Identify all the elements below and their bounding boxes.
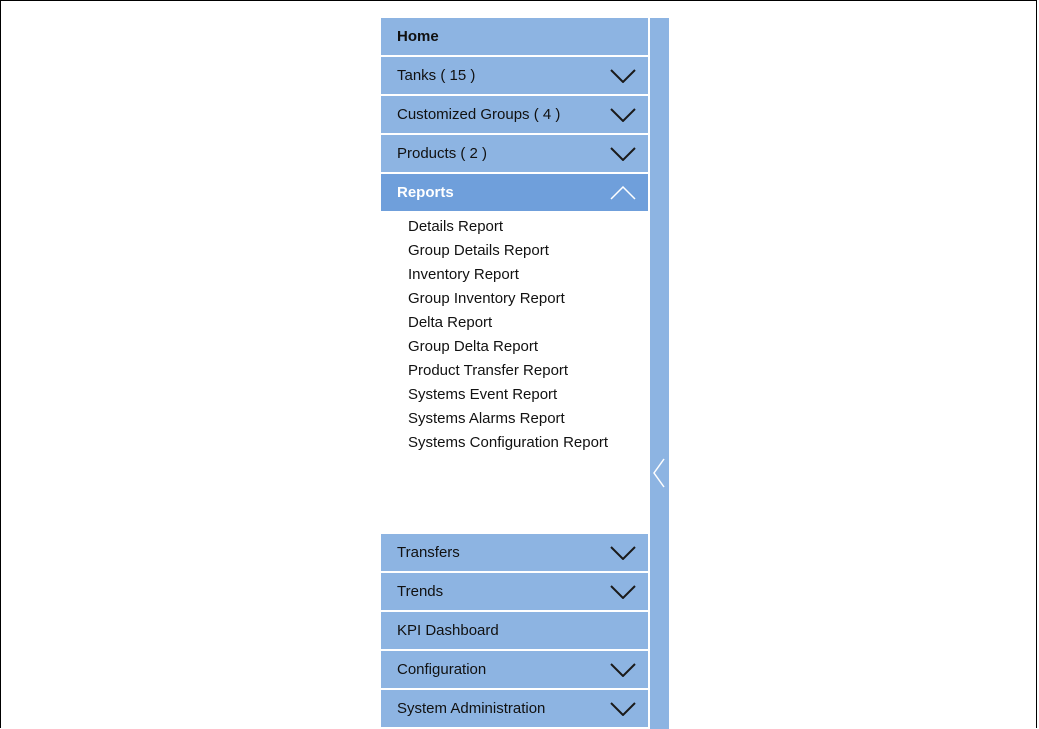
report-link-details[interactable]: Details Report: [408, 215, 503, 239]
report-link-group-delta[interactable]: Group Delta Report: [408, 335, 538, 359]
chevron-left-icon[interactable]: [653, 458, 665, 488]
nav-item-label: KPI Dashboard: [397, 622, 499, 639]
nav-item-label: Products ( 2 ): [397, 145, 488, 162]
nav-item-configuration[interactable]: Configuration: [381, 651, 648, 688]
chevron-down-icon[interactable]: [610, 546, 636, 560]
chevron-down-icon[interactable]: [610, 585, 636, 599]
chevron-up-icon[interactable]: [610, 186, 636, 200]
report-link-inventory[interactable]: Inventory Report: [408, 263, 519, 287]
nav-item-reports[interactable]: Reports: [381, 174, 648, 211]
report-link-delta[interactable]: Delta Report: [408, 311, 492, 335]
report-link-product-transfer[interactable]: Product Transfer Report: [408, 359, 568, 383]
nav-item-system-administration[interactable]: System Administration: [381, 690, 648, 727]
report-link-systems-alarms[interactable]: Systems Alarms Report: [408, 407, 565, 431]
side-navigation: Home Tanks ( 15 ) Customized Groups ( 4 …: [381, 18, 648, 729]
nav-item-products[interactable]: Products ( 2 ): [381, 135, 648, 172]
nav-item-transfers[interactable]: Transfers: [381, 534, 648, 571]
chevron-down-icon[interactable]: [610, 147, 636, 161]
nav-item-label: Customized Groups ( 4 ): [397, 106, 561, 123]
report-link-group-details[interactable]: Group Details Report: [408, 239, 549, 263]
nav-item-label: Home: [397, 28, 439, 45]
chevron-down-icon[interactable]: [610, 702, 636, 716]
nav-item-label: Reports: [397, 184, 454, 201]
nav-item-label: Trends: [397, 583, 444, 600]
report-link-systems-configuration[interactable]: Systems Configuration Report: [408, 431, 608, 455]
nav-item-label: Configuration: [397, 661, 487, 678]
nav-item-tanks[interactable]: Tanks ( 15 ): [381, 57, 648, 94]
nav-item-kpi-dashboard[interactable]: KPI Dashboard: [381, 612, 648, 649]
nav-item-label: Transfers: [397, 544, 460, 561]
chevron-down-icon[interactable]: [610, 108, 636, 122]
report-link-group-inventory[interactable]: Group Inventory Report: [408, 287, 565, 311]
chevron-down-icon[interactable]: [610, 663, 636, 677]
nav-item-label: Tanks ( 15 ): [397, 67, 476, 84]
chevron-down-icon[interactable]: [610, 69, 636, 83]
nav-item-label: System Administration: [397, 700, 546, 717]
nav-item-customized-groups[interactable]: Customized Groups ( 4 ): [381, 96, 648, 133]
report-link-systems-event[interactable]: Systems Event Report: [408, 383, 557, 407]
nav-item-home[interactable]: Home: [381, 18, 648, 55]
nav-item-trends[interactable]: Trends: [381, 573, 648, 610]
collapse-panel-bar[interactable]: [650, 18, 669, 729]
